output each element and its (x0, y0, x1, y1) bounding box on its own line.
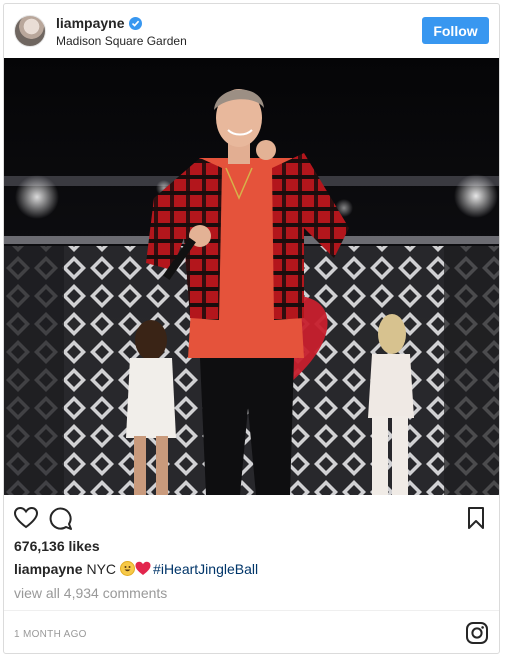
grinning-emoji-icon (120, 561, 136, 576)
caption-username[interactable]: liampayne (14, 561, 82, 577)
username-row: liampayne (56, 15, 143, 31)
divider (4, 610, 499, 611)
caption-text: NYC (86, 561, 117, 577)
concert-photo-illustration (4, 58, 499, 495)
verified-badge-icon (129, 16, 143, 30)
caption: liampayne NYC #iHeartJingleBall (14, 561, 258, 577)
comment-icon[interactable] (48, 505, 74, 531)
heart-icon[interactable] (13, 505, 39, 531)
location-link[interactable]: Madison Square Garden (56, 34, 187, 48)
instagram-icon[interactable] (465, 621, 489, 645)
red-heart-emoji-icon (135, 561, 151, 575)
username[interactable]: liampayne (56, 15, 124, 31)
bookmark-icon[interactable] (463, 505, 489, 531)
instagram-embed-card: liampayne Madison Square Garden Follow 6… (3, 3, 500, 654)
view-all-comments-link[interactable]: view all 4,934 comments (14, 585, 167, 601)
post-photo[interactable] (4, 58, 499, 495)
likes-count[interactable]: 676,136 likes (14, 538, 100, 554)
action-bar (4, 501, 499, 535)
hashtag-link[interactable]: #iHeartJingleBall (153, 561, 258, 577)
post-header: liampayne Madison Square Garden Follow (4, 4, 499, 58)
post-timestamp[interactable]: 1 MONTH AGO (14, 629, 87, 640)
follow-button[interactable]: Follow (422, 17, 489, 44)
avatar[interactable] (14, 15, 46, 47)
